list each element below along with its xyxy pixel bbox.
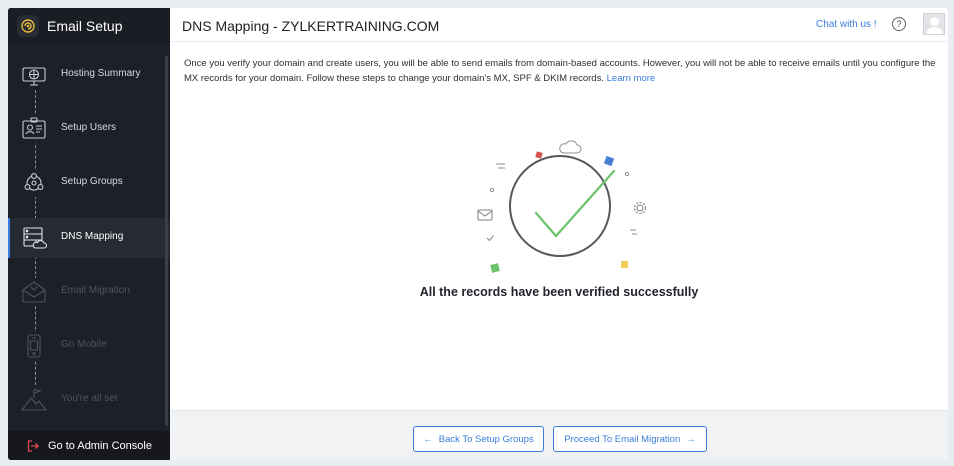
- chat-with-us-link[interactable]: Chat with us !: [816, 19, 877, 30]
- main-panel: DNS Mapping - ZYLKERTRAINING.COM Chat wi…: [170, 8, 948, 460]
- next-button-label: Proceed To Email Migration: [564, 433, 681, 445]
- mobile-icon: [20, 332, 48, 360]
- arrow-left-icon: ←: [423, 433, 433, 445]
- proceed-to-email-migration-button[interactable]: Proceed To Email Migration →: [553, 426, 707, 452]
- sidebar-step-all-set[interactable]: You're all set: [8, 380, 170, 420]
- sidebar-scrollbar[interactable]: [165, 56, 168, 426]
- server-cloud-icon: [20, 224, 48, 252]
- description-text: Once you verify your domain and create u…: [184, 58, 936, 84]
- success-message: All the records have been verified succe…: [419, 285, 699, 299]
- user-card-icon: [20, 115, 48, 143]
- sidebar-step-setup-users[interactable]: Setup Users: [8, 109, 170, 149]
- small-dot: [489, 187, 495, 193]
- envelope-open-icon: [20, 278, 48, 306]
- group-icon: [20, 169, 48, 197]
- small-check-icon: [486, 235, 494, 242]
- admin-console-link[interactable]: Go to Admin Console: [8, 431, 170, 460]
- learn-more-link[interactable]: Learn more: [607, 73, 656, 84]
- arrow-right-icon: →: [686, 433, 696, 445]
- sidebar-step-hosting-summary[interactable]: Hosting Summary: [8, 55, 170, 95]
- envelope-icon: [477, 209, 493, 221]
- sidebar-step-label: Setup Groups: [61, 176, 123, 187]
- email-setup-logo-icon: [17, 15, 39, 37]
- top-bar: DNS Mapping - ZYLKERTRAINING.COM Chat wi…: [170, 8, 948, 42]
- sidebar-step-label: Hosting Summary: [61, 68, 141, 79]
- app-window: Email Setup Hosting Summary Setup Users …: [8, 8, 948, 460]
- mountain-flag-icon: [20, 386, 48, 414]
- back-button-label: Back To Setup Groups: [438, 433, 534, 445]
- sidebar-step-setup-groups[interactable]: Setup Groups: [8, 163, 170, 203]
- sidebar: Email Setup Hosting Summary Setup Users …: [8, 8, 170, 460]
- cloud-icon: [559, 140, 582, 154]
- sidebar-title: Email Setup: [47, 18, 123, 34]
- exit-icon: [27, 439, 39, 452]
- blue-square: [603, 155, 615, 167]
- sidebar-step-dns-mapping[interactable]: DNS Mapping: [8, 218, 170, 258]
- green-square: [490, 263, 500, 273]
- small-dot: [624, 171, 630, 177]
- footer-bar: ← Back To Setup Groups Proceed To Email …: [170, 410, 948, 460]
- sidebar-step-go-mobile[interactable]: Go Mobile: [8, 326, 170, 366]
- red-square: [535, 151, 543, 159]
- page-title: DNS Mapping - ZYLKERTRAINING.COM: [182, 18, 440, 34]
- globe-monitor-icon: [20, 61, 48, 89]
- success-illustration: [466, 126, 656, 276]
- sidebar-step-label: Email Migration: [61, 285, 130, 296]
- back-to-setup-groups-button[interactable]: ← Back To Setup Groups: [413, 426, 544, 452]
- sidebar-step-label: DNS Mapping: [61, 231, 124, 242]
- sidebar-step-label: You're all set: [61, 393, 118, 404]
- admin-console-label: Go to Admin Console: [48, 440, 152, 452]
- avatar[interactable]: [923, 13, 945, 35]
- sidebar-step-email-migration[interactable]: Email Migration: [8, 272, 170, 312]
- gear-icon: [634, 202, 646, 214]
- yellow-square: [621, 261, 628, 268]
- success-ring: [509, 155, 611, 257]
- sidebar-step-label: Setup Users: [61, 122, 117, 133]
- help-icon[interactable]: ?: [892, 17, 906, 31]
- dns-description: Once you verify your domain and create u…: [184, 56, 944, 86]
- sidebar-step-label: Go Mobile: [61, 339, 107, 350]
- sidebar-header: Email Setup: [8, 8, 170, 44]
